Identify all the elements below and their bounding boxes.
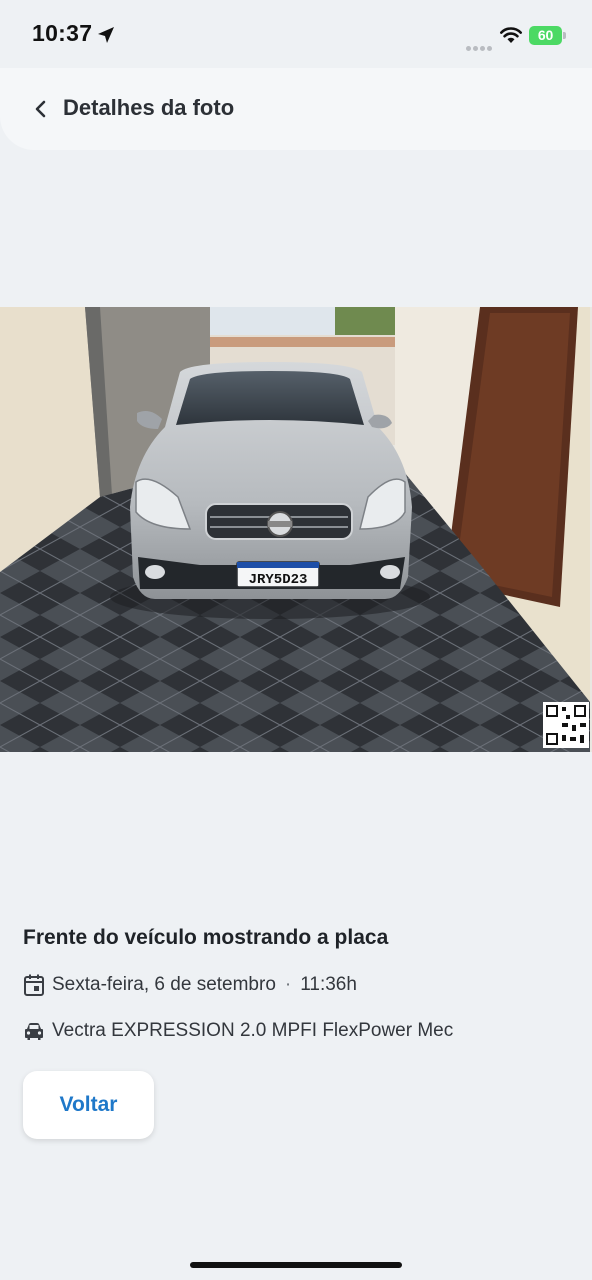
wifi-icon — [500, 27, 522, 43]
qr-code-watermark — [543, 702, 589, 748]
chevron-left-icon — [35, 100, 46, 118]
photo-time: 11:36h — [300, 974, 357, 995]
date-time-separator: · — [284, 974, 292, 995]
back-button[interactable] — [26, 94, 56, 124]
vehicle-model: Vectra EXPRESSION 2.0 MPFI FlexPower Mec — [52, 1020, 454, 1041]
photo-date-row: Sexta-feira, 6 de setembro · 11:36h — [23, 971, 357, 999]
license-plate-text: JRY5D23 — [249, 572, 308, 588]
vehicle-photo-image: JRY5D23 — [0, 307, 592, 752]
photo-caption: Frente do veículo mostrando a placa — [23, 926, 389, 949]
home-indicator — [190, 1262, 402, 1268]
app-header: Detalhes da foto — [0, 68, 592, 150]
status-bar: 10:37 60 — [0, 0, 592, 70]
page-title: Detalhes da foto — [63, 95, 235, 120]
photo-date: Sexta-feira, 6 de setembro — [52, 974, 276, 995]
status-time: 10:37 — [32, 20, 93, 46]
battery-level: 60 — [529, 26, 562, 45]
car-icon — [23, 1019, 47, 1043]
voltar-button[interactable]: Voltar — [23, 1071, 154, 1139]
battery-icon: 60 — [529, 26, 567, 45]
vehicle-photo[interactable]: JRY5D23 — [0, 307, 592, 752]
calendar-icon — [23, 973, 47, 997]
cellular-signal-icon — [466, 38, 494, 51]
location-arrow-icon — [98, 27, 114, 43]
vehicle-model-row: Vectra EXPRESSION 2.0 MPFI FlexPower Mec — [23, 1017, 453, 1045]
